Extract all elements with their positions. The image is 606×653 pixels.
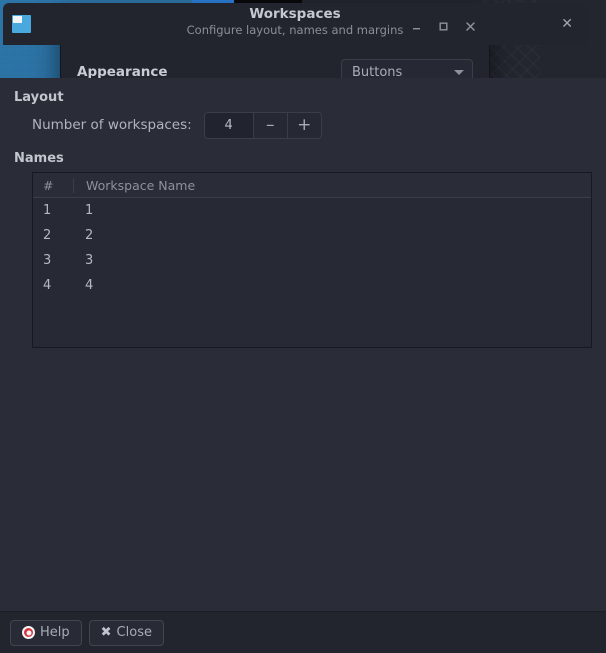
page-title: Workspaces: [249, 6, 341, 22]
table-row[interactable]: 4 4: [33, 273, 591, 298]
row-workspace-name[interactable]: 2: [73, 228, 591, 243]
row-number: 1: [43, 203, 52, 218]
names-section-title: Names: [14, 151, 64, 166]
workspaces-headerbar[interactable]: Workspaces Configure layout, names and m…: [3, 3, 587, 45]
table-header-row: # Workspace Name: [33, 173, 591, 198]
chevron-down-icon: [454, 69, 464, 75]
page-subtitle: Configure layout, names and margins: [186, 23, 404, 37]
workspace-names-table[interactable]: # Workspace Name 1 1 2 2 3 3 4 4: [32, 172, 592, 348]
header-titles: Workspaces Configure layout, names and m…: [3, 6, 587, 38]
row-workspace-name[interactable]: 3: [73, 253, 591, 268]
table-row[interactable]: 2 2: [33, 223, 591, 248]
row-number: 2: [43, 228, 52, 243]
layout-section-title: Layout: [14, 90, 64, 105]
workspace-icon: [12, 15, 31, 33]
row-number: 4: [43, 278, 52, 293]
workspace-count-row: Number of workspaces: 4 – +: [14, 107, 592, 143]
workspace-count-increment-button[interactable]: +: [286, 112, 321, 138]
workspace-count-stepper[interactable]: 4 – +: [203, 111, 322, 139]
close-icon[interactable]: ✕: [557, 13, 577, 35]
column-header-name: Workspace Name: [73, 177, 591, 193]
workspace-count-decrement-button[interactable]: –: [252, 112, 287, 138]
column-header-number: #: [43, 177, 54, 193]
close-icon[interactable]: [464, 20, 477, 33]
general-tab-panel: Layout Number of workspaces: 4 – + Names…: [0, 78, 606, 611]
workspace-count-value[interactable]: 4: [204, 112, 253, 138]
row-workspace-name[interactable]: 4: [73, 278, 591, 293]
row-workspace-name[interactable]: 1: [73, 203, 591, 218]
table-row[interactable]: 3 3: [33, 248, 591, 273]
maximize-icon[interactable]: [437, 20, 450, 33]
minimize-icon[interactable]: [410, 20, 423, 33]
window-controls: [410, 20, 481, 33]
row-number: 3: [43, 253, 52, 268]
table-row[interactable]: 1 1: [33, 198, 591, 223]
workspace-count-label: Number of workspaces:: [32, 117, 192, 133]
